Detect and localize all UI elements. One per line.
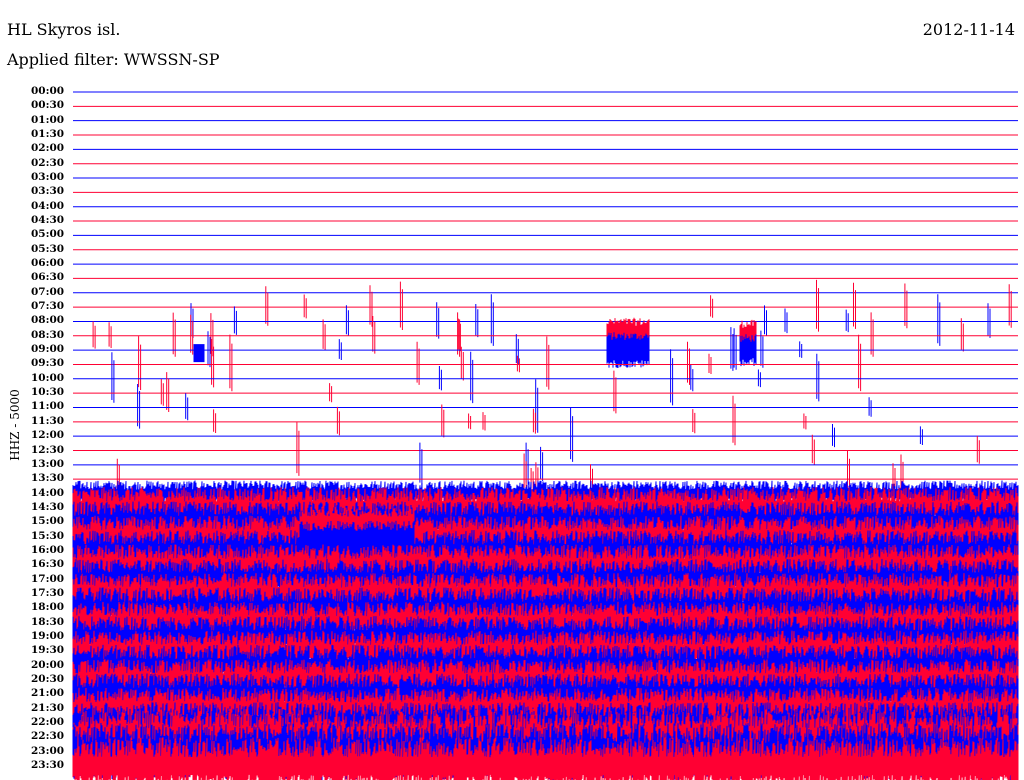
trace-row-1000	[73, 349, 1018, 406]
trace-row-1130	[73, 395, 1018, 446]
trace-row-1230	[73, 422, 1018, 476]
trace-row-1030	[73, 370, 1018, 414]
trace-row-0800	[73, 294, 1018, 346]
trace-row-1200	[73, 407, 1018, 462]
trace-row-0730	[73, 279, 1018, 332]
trace-row-0930	[73, 334, 1018, 392]
trace-row-1100	[73, 379, 1018, 433]
trace-row-1300	[73, 442, 1018, 485]
helicorder-plot	[72, 91, 1019, 780]
